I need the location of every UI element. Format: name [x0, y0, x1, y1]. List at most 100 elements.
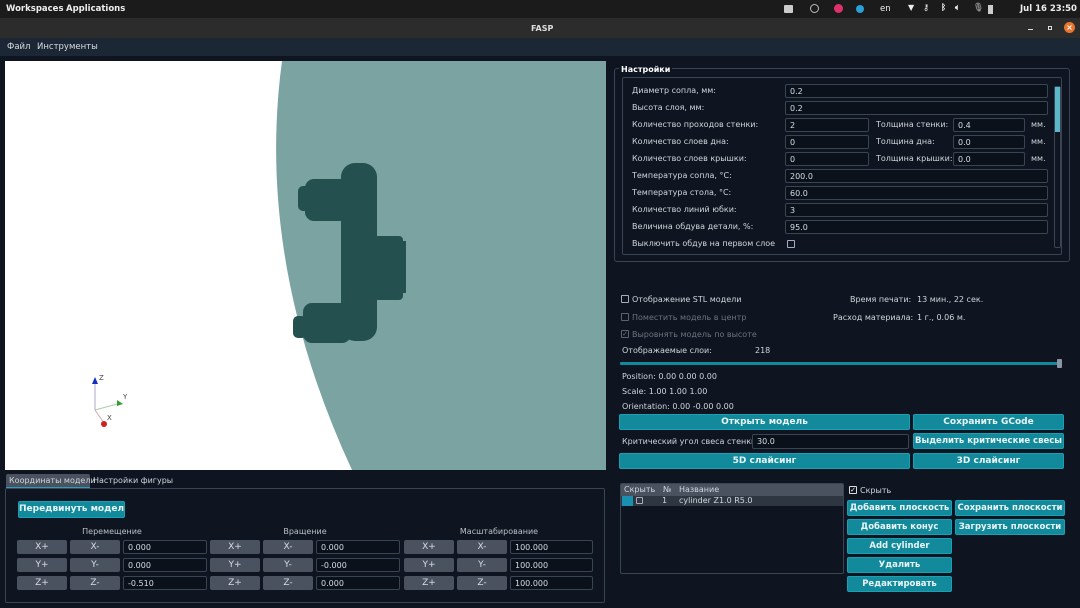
slice-5d-button[interactable]: 5D слайсинг — [619, 453, 910, 469]
rotate-y-input[interactable]: -0.000 — [316, 558, 400, 572]
material-value: 1 г., 0.06 м. — [917, 313, 966, 322]
wall-thickness-label: Толщина стенки: — [876, 120, 949, 129]
move-z-input[interactable]: -0.510 — [123, 576, 207, 590]
add-plane-button[interactable]: Добавить плоскость — [847, 500, 952, 516]
scene[interactable]: Z Y X — [5, 61, 606, 470]
save-gcode-button[interactable]: Сохранить GCode — [913, 414, 1064, 430]
move-x-minus-button[interactable]: X- — [70, 540, 120, 554]
top-thickness-input[interactable]: 0.0 — [953, 152, 1025, 166]
align-height-checkbox[interactable]: ✓ — [621, 330, 629, 338]
slice-3d-button[interactable]: 3D слайсинг — [913, 453, 1064, 469]
scale-x-input[interactable]: 100.000 — [510, 540, 593, 554]
move-y-minus-button[interactable]: Y- — [70, 558, 120, 572]
move-z-minus-button[interactable]: Z- — [70, 576, 120, 590]
bottom-layers-input[interactable]: 0 — [785, 135, 869, 149]
rotate-x-minus-button[interactable]: X- — [263, 540, 313, 554]
volume-icon[interactable]: 🔈︎ — [955, 3, 960, 13]
layers-slider-handle[interactable] — [1057, 359, 1062, 368]
battery-icon[interactable] — [988, 5, 993, 14]
rotate-y-minus-button[interactable]: Y- — [263, 558, 313, 572]
add-cylinder-button[interactable]: Add cylinder — [847, 538, 952, 554]
highlight-overhangs-button[interactable]: Выделить критические свесы — [913, 433, 1064, 449]
move-x-input[interactable]: 0.000 — [123, 540, 207, 554]
show-stl-checkbox[interactable] — [621, 295, 629, 303]
menu-file[interactable]: Файл — [7, 42, 30, 52]
rotate-z-minus-button[interactable]: Z- — [263, 576, 313, 590]
scale-y-plus-button[interactable]: Y+ — [404, 558, 454, 572]
skirt-lines-input[interactable]: 3 — [785, 203, 1048, 217]
obs-icon[interactable] — [810, 4, 819, 13]
bluetooth-icon[interactable]: ᛒ — [941, 3, 946, 13]
scrollbar-thumb[interactable] — [1055, 87, 1060, 132]
3d-viewport[interactable]: Z Y X — [5, 61, 606, 470]
close-button[interactable]: × — [1064, 22, 1075, 33]
scale-z-input[interactable]: 100.000 — [510, 576, 593, 590]
scale-z-plus-button[interactable]: Z+ — [404, 576, 454, 590]
maximize-button[interactable] — [1048, 26, 1052, 30]
layer-height-input[interactable]: 0.2 — [785, 101, 1048, 115]
microphone-icon[interactable]: 🎙︎ — [973, 3, 984, 13]
column-name[interactable]: Название — [679, 485, 719, 494]
hide-checkbox[interactable]: ✓ — [849, 486, 857, 494]
applications-menu[interactable]: Applications — [66, 4, 125, 14]
edit-button[interactable]: Редактировать — [847, 576, 952, 592]
bed-temp-input[interactable]: 60.0 — [785, 186, 1048, 200]
rotate-y-plus-button[interactable]: Y+ — [210, 558, 260, 572]
open-model-button[interactable]: Открыть модель — [619, 414, 910, 430]
tab-figure-settings[interactable]: Настройки фигуры — [93, 476, 173, 485]
axes-gizmo: Z Y X — [92, 374, 128, 427]
settings-scrollbar[interactable] — [1054, 86, 1061, 248]
scale-y-input[interactable]: 100.000 — [510, 558, 593, 572]
tab-model-coords[interactable]: Координаты модели — [6, 474, 96, 488]
top-layers-input[interactable]: 0 — [785, 152, 869, 166]
save-planes-button[interactable]: Сохранить плоскости — [955, 500, 1065, 516]
rotate-z-plus-button[interactable]: Z+ — [210, 576, 260, 590]
scale-y-minus-button[interactable]: Y- — [457, 558, 507, 572]
move-y-input[interactable]: 0.000 — [123, 558, 207, 572]
keyboard-layout[interactable]: en — [880, 4, 891, 14]
wall-passes-input[interactable]: 2 — [785, 118, 869, 132]
wall-thickness-input[interactable]: 0.4 — [953, 118, 1025, 132]
clock[interactable]: Jul 16 23:50 — [1020, 4, 1077, 14]
bottom-thickness-input[interactable]: 0.0 — [953, 135, 1025, 149]
minimize-button[interactable] — [1028, 29, 1033, 30]
delete-button[interactable]: Удалить — [847, 557, 952, 573]
nozzle-temp-input[interactable]: 200.0 — [785, 169, 1048, 183]
workspaces-menu[interactable]: Workspaces — [6, 4, 64, 14]
move-z-plus-button[interactable]: Z+ — [17, 576, 67, 590]
scale-x-plus-button[interactable]: X+ — [404, 540, 454, 554]
move-model-button[interactable]: Передвинуть модель — [18, 501, 125, 518]
center-model-label: Поместить модель в центр — [632, 313, 747, 322]
layers-slider[interactable] — [620, 359, 1062, 368]
overhang-input[interactable]: 30.0 — [752, 434, 909, 449]
figures-table[interactable]: Скрыть № Название 1 cylinder Z1.0 R5.0 — [620, 483, 844, 574]
move-x-plus-button[interactable]: X+ — [17, 540, 67, 554]
scale-x-minus-button[interactable]: X- — [457, 540, 507, 554]
add-cone-button[interactable]: Добавить конус — [847, 519, 952, 535]
table-row[interactable]: 1 cylinder Z1.0 R5.0 — [621, 496, 843, 506]
fan-first-layer-label: Выключить обдув на первом слое — [632, 239, 776, 248]
key-icon[interactable]: ⚷ — [923, 3, 929, 13]
nozzle-diameter-input[interactable]: 0.2 — [785, 84, 1048, 98]
fan-first-layer-checkbox[interactable] — [787, 240, 795, 248]
bed-temp-label: Температура стола, °C: — [632, 188, 732, 197]
row-hide-checkbox[interactable] — [636, 497, 643, 504]
telegram-icon[interactable] — [856, 5, 864, 13]
position-readout: Position: 0.00 0.00 0.00 — [622, 372, 717, 381]
layers-value: 218 — [755, 346, 771, 355]
settings-scroll-area[interactable]: Диаметр сопла, мм: 0.2 Высота слоя, мм: … — [622, 77, 1062, 255]
screen-icon[interactable] — [784, 5, 793, 13]
rotate-x-plus-button[interactable]: X+ — [210, 540, 260, 554]
rotate-z-input[interactable]: 0.000 — [316, 576, 400, 590]
center-model-checkbox[interactable] — [621, 313, 629, 321]
fan-input[interactable]: 95.0 — [785, 220, 1048, 234]
column-hide[interactable]: Скрыть — [624, 485, 655, 494]
menu-tools[interactable]: Инструменты — [37, 42, 98, 52]
move-y-plus-button[interactable]: Y+ — [17, 558, 67, 572]
column-number[interactable]: № — [663, 485, 671, 494]
app-tray-icon[interactable] — [834, 4, 843, 13]
scale-z-minus-button[interactable]: Z- — [457, 576, 507, 590]
wifi-icon[interactable]: ▼ — [908, 3, 914, 12]
load-planes-button[interactable]: Загрузить плоскости — [955, 519, 1065, 535]
rotate-x-input[interactable]: 0.000 — [316, 540, 400, 554]
